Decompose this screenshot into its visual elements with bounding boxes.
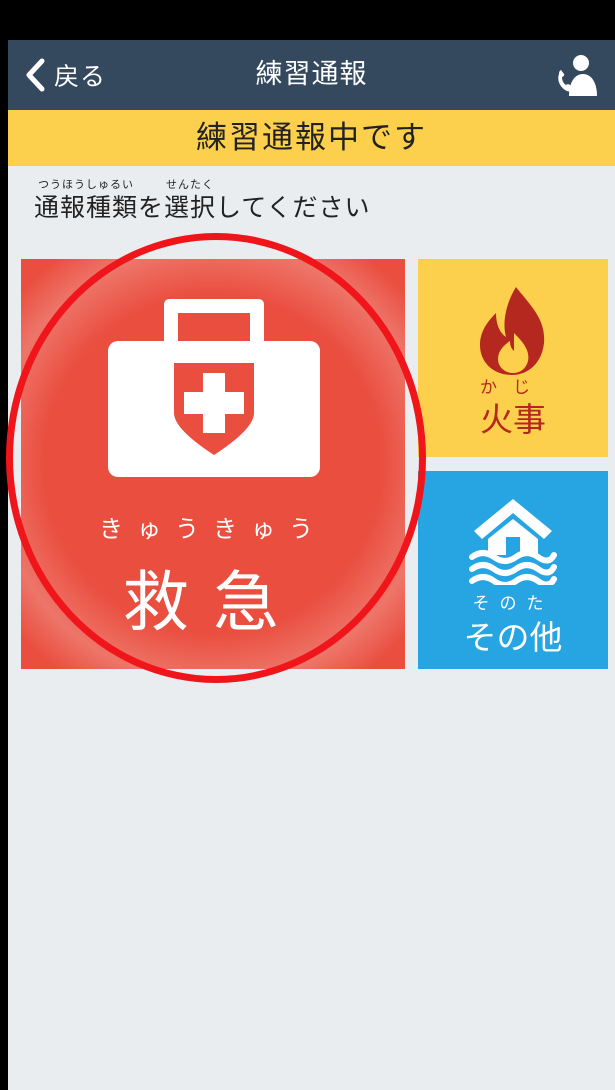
instruction-word: 選択 [164,193,217,222]
instruction-word: してください [216,193,371,222]
other-button[interactable]: そのた その他 [418,471,608,669]
status-bar [0,0,615,40]
instruction-word: 通報種類 [34,193,139,222]
instruction-segment: を [138,178,164,224]
fire-button[interactable]: かじ 火事 [418,259,608,457]
main-content: つうほうしゅるい 通報種類 を せんたく 選択 してください きゅうきゅう 救急… [8,166,615,1090]
back-label: 戻る [54,62,107,91]
first-aid-kit-icon [108,299,320,477]
nav-bar: 戻る 練習通報 [8,40,615,110]
instruction-word: を [138,193,165,222]
ruby-text: つうほうしゅるい [38,178,134,191]
house-flood-icon [469,499,557,585]
flame-icon [480,287,545,375]
emergency-ruby: きゅうきゅう [99,515,327,543]
ruby-text: せんたく [166,178,215,191]
emergency-button[interactable]: きゅうきゅう 救急 [21,259,405,669]
back-button[interactable]: 戻る [22,56,106,94]
chevron-left-icon [26,58,45,92]
emergency-label: 救急 [123,564,303,641]
instruction-text: つうほうしゅるい 通報種類 を せんたく 選択 してください [34,178,371,224]
practice-mode-banner: 練習通報中です [8,110,615,166]
instruction-segment: つうほうしゅるい 通報種類 [34,178,138,224]
other-label: その他 [463,618,563,657]
fire-label: 火事 [480,400,546,439]
instruction-segment: してください [216,178,371,224]
instruction-segment: せんたく 選択 [164,178,216,224]
user-phone-icon[interactable] [553,52,599,98]
